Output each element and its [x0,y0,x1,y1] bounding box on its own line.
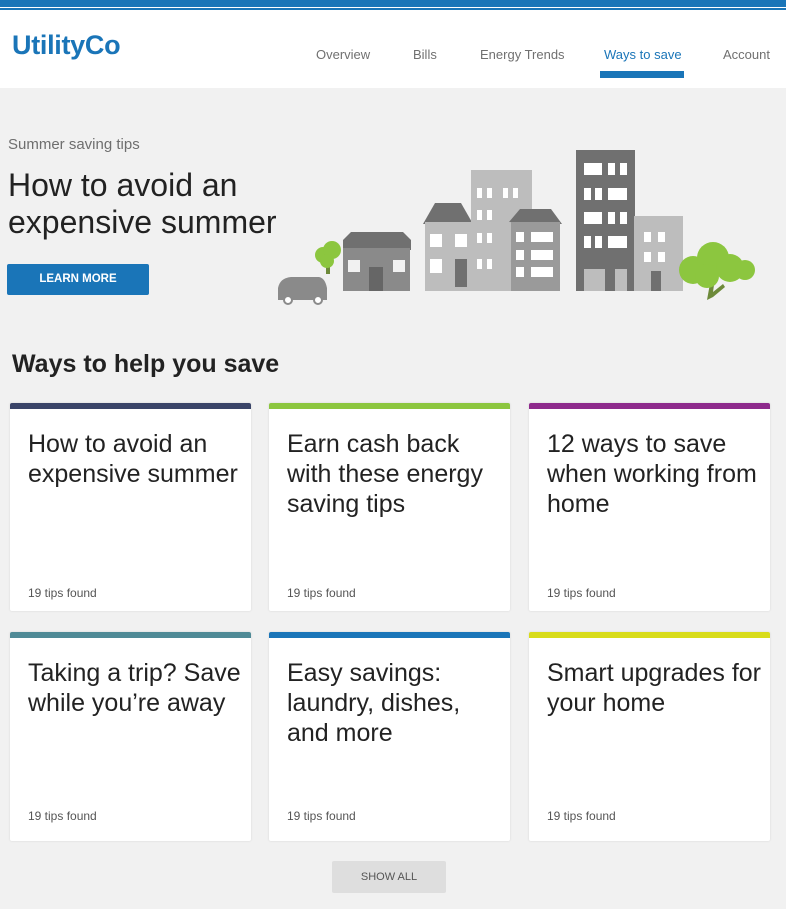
tree-right [679,242,755,300]
card-title: Earn cash back with these energy saving … [287,430,483,518]
tip-card[interactable]: Easy savings: laundry, dishes, and more … [269,632,510,841]
card-tip-count: 19 tips found [287,586,356,600]
house-dark [509,209,562,291]
house-light [423,203,473,291]
nav-bills[interactable]: Bills [413,47,437,62]
card-tip-count: 19 tips found [547,809,616,823]
section-title: Ways to help you save [12,350,280,378]
card-color-bar [269,632,510,638]
tip-card[interactable]: 12 ways to save when working from home 1… [529,403,770,611]
card-tip-count: 19 tips found [28,809,97,823]
card-color-bar [10,403,251,409]
card-title: 12 ways to save when working from home [547,430,757,518]
card-title: Easy savings: laundry, dishes, and more [287,659,461,747]
house-small [343,232,411,291]
card-tip-count: 19 tips found [287,809,356,823]
tower-dark [576,150,635,291]
tip-card[interactable]: Taking a trip? Save while you’re away 19… [10,632,251,841]
tip-card[interactable]: Earn cash back with these energy saving … [269,403,510,611]
top-accent-bar [0,0,786,10]
nav-energy-trends[interactable]: Energy Trends [480,47,565,62]
card-title: Taking a trip? Save while you’re away [28,659,241,717]
show-all-button[interactable]: SHOW ALL [332,861,446,893]
car-icon [278,277,327,305]
tip-card[interactable]: Smart upgrades for your home 19 tips fou… [529,632,770,841]
city-illustration [278,150,755,305]
nav-ways-to-save[interactable]: Ways to save [604,47,682,62]
hero-kicker: Summer saving tips [8,136,140,153]
card-color-bar [10,632,251,638]
nav-overview[interactable]: Overview [316,47,370,62]
tower-light [634,216,683,291]
card-title: How to avoid an expensive summer [28,430,238,488]
card-color-bar [269,403,510,409]
tree-left [315,241,341,274]
top-accent-stripe [0,0,786,7]
card-color-bar [529,632,770,638]
nav-account[interactable]: Account [723,47,770,62]
tip-card[interactable]: How to avoid an expensive summer 19 tips… [10,403,251,611]
card-tip-count: 19 tips found [28,586,97,600]
card-tip-count: 19 tips found [547,586,616,600]
learn-more-button[interactable]: LEARN MORE [7,264,149,295]
utilityco-logo[interactable]: UtilityCo [12,30,121,61]
card-color-bar [529,403,770,409]
card-title: Smart upgrades for your home [547,659,761,717]
nav-active-indicator [600,71,684,78]
